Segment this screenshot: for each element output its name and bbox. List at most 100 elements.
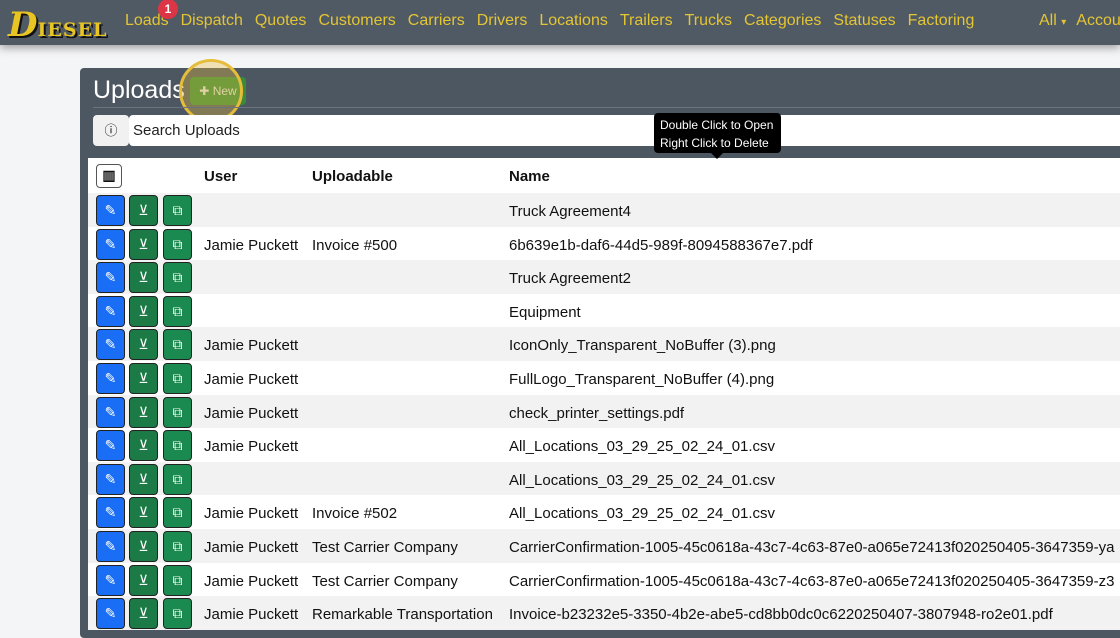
download-icon[interactable]: ⊻ <box>129 598 158 630</box>
header-uploadable[interactable]: Uploadable <box>312 168 393 185</box>
cell-name: CarrierConfirmation-1005-45c0618a-43c7-4… <box>509 538 1115 556</box>
open-external-icon[interactable]: ⧉ <box>163 497 192 529</box>
nav-link-quotes[interactable]: Quotes <box>255 12 307 30</box>
download-icon[interactable]: ⊻ <box>129 329 158 361</box>
cell-uploadable: Invoice #500 <box>312 236 398 254</box>
columns-icon[interactable]: ▥ <box>96 164 122 188</box>
click-highlight <box>179 59 243 123</box>
edit-icon[interactable]: ✎ <box>96 329 125 361</box>
page-title: Uploads <box>93 76 185 104</box>
cell-user: Jamie Puckett <box>204 236 299 254</box>
download-icon[interactable]: ⊻ <box>129 295 158 327</box>
table-row[interactable]: ✎ ⊻ ⧉ Truck Agreement2 <box>88 260 1120 294</box>
download-icon[interactable]: ⊻ <box>129 362 158 394</box>
cell-user: Jamie Puckett <box>204 572 299 590</box>
edit-icon[interactable]: ✎ <box>96 362 125 394</box>
search-input[interactable] <box>129 115 1120 146</box>
nav-link-customers[interactable]: Customers <box>318 12 395 30</box>
open-external-icon[interactable]: ⧉ <box>163 396 192 428</box>
loads-badge: 1 <box>158 0 178 19</box>
open-external-icon[interactable]: ⧉ <box>163 598 192 630</box>
table-row[interactable]: ✎ ⊻ ⧉ Equipment <box>88 294 1120 328</box>
header-user[interactable]: User <box>204 168 237 185</box>
download-icon[interactable]: ⊻ <box>129 195 158 226</box>
edit-icon[interactable]: ✎ <box>96 463 125 495</box>
edit-icon[interactable]: ✎ <box>96 598 125 630</box>
download-icon[interactable]: ⊻ <box>129 564 158 596</box>
open-external-icon[interactable]: ⧉ <box>163 295 192 327</box>
nav-link-statuses[interactable]: Statuses <box>833 12 895 30</box>
cell-user: Jamie Puckett <box>204 404 299 422</box>
info-icon[interactable]: ⓘ <box>93 115 129 146</box>
account-menu[interactable]: Account <box>1076 12 1120 30</box>
open-external-icon[interactable]: ⧉ <box>163 262 192 294</box>
cell-user: Jamie Puckett <box>204 505 299 523</box>
cell-name: CarrierConfirmation-1005-45c0618a-43c7-4… <box>509 572 1115 590</box>
cell-name: All_Locations_03_29_25_02_24_01.csv <box>509 505 776 523</box>
open-external-icon[interactable]: ⧉ <box>163 463 192 495</box>
nav-link-trucks[interactable]: Trucks <box>685 12 732 30</box>
filter-dropdown[interactable]: All ▾ <box>1039 12 1066 30</box>
cell-name: Truck Agreement2 <box>509 270 631 288</box>
cell-name: All_Locations_03_29_25_02_24_01.csv <box>509 438 776 456</box>
nav-link-dispatch[interactable]: Dispatch <box>181 12 243 30</box>
cell-uploadable: Invoice #502 <box>312 505 398 523</box>
divider <box>93 107 1120 108</box>
table-row[interactable]: ✎ ⊻ ⧉ Jamie Puckett Test Carrier Company Carr… <box>88 563 1120 597</box>
open-external-icon[interactable]: ⧉ <box>163 362 192 394</box>
edit-icon[interactable]: ✎ <box>96 564 125 596</box>
cell-uploadable: Test Carrier Company <box>312 538 458 556</box>
table-row[interactable]: ✎ ⊻ ⧉ Jamie Puckett Remarkable Transportatio… <box>88 596 1120 630</box>
table-row[interactable]: ✎ ⊻ ⧉ All_Locations_03_29_25_02_24_01.csv <box>88 461 1120 496</box>
download-icon[interactable]: ⊻ <box>129 262 158 294</box>
nav-link-locations[interactable]: Locations <box>539 12 608 30</box>
table-row[interactable]: ✎ ⊻ ⧉ Jamie Puckett Invoice #500 6b639e1b-daf… <box>88 227 1120 261</box>
edit-icon[interactable]: ✎ <box>96 295 125 327</box>
download-icon[interactable]: ⊻ <box>129 396 158 428</box>
cell-name: check_printer_settings.pdf <box>509 404 685 422</box>
table-row[interactable]: ✎ ⊻ ⧉ Jamie Puckett Test Carrier Company Carr… <box>88 528 1120 563</box>
open-external-icon[interactable]: ⧉ <box>163 195 192 226</box>
cell-name: Invoice-b23232e5-3350-4b2e-abe5-cd8bb0dc… <box>509 606 1053 624</box>
table-row[interactable]: ✎ ⊻ ⧉ Jamie Puckett FullLogo_Transparent_NoB… <box>88 361 1120 395</box>
cell-name: 6b639e1b-daf6-44d5-989f-8094588367e7.pdf <box>509 236 813 254</box>
edit-icon[interactable]: ✎ <box>96 530 125 562</box>
edit-icon[interactable]: ✎ <box>96 262 125 294</box>
nav-link-factoring[interactable]: Factoring <box>908 12 975 30</box>
table-row[interactable]: ✎ ⊻ ⧉ Jamie Puckett check_printer_settings.p… <box>88 394 1120 429</box>
open-external-icon[interactable]: ⧉ <box>163 329 192 361</box>
tooltip: Double Click to Open Right Click to Delet… <box>654 113 781 159</box>
nav-link-categories[interactable]: Categories <box>744 12 821 30</box>
cell-user: Jamie Puckett <box>204 337 299 355</box>
cell-name: All_Locations_03_29_25_02_24_01.csv <box>509 471 776 489</box>
header-name[interactable]: Name <box>509 168 550 185</box>
edit-icon[interactable]: ✎ <box>96 228 125 260</box>
diesel-logo[interactable]: DIESEL <box>8 5 107 45</box>
edit-icon[interactable]: ✎ <box>96 195 125 226</box>
table-row[interactable]: ✎ ⊻ ⧉ Jamie Puckett Invoice #502 All_Location… <box>88 495 1120 529</box>
edit-icon[interactable]: ✎ <box>96 497 125 529</box>
download-icon[interactable]: ⊻ <box>129 463 158 495</box>
nav-link-carriers[interactable]: Carriers <box>408 12 465 30</box>
nav-link-trailers[interactable]: Trailers <box>620 12 673 30</box>
cell-user: Jamie Puckett <box>204 438 299 456</box>
cell-name: Equipment <box>509 303 581 321</box>
nav-links: Loads Dispatch Quotes Customers Carriers Driv… <box>125 12 974 30</box>
download-icon[interactable]: ⊻ <box>129 430 158 462</box>
table-row[interactable]: ✎ ⊻ ⧉ Jamie Puckett All_Locations_03_29_25_0… <box>88 428 1120 462</box>
edit-icon[interactable]: ✎ <box>96 396 125 428</box>
open-external-icon[interactable]: ⧉ <box>163 430 192 462</box>
open-external-icon[interactable]: ⧉ <box>163 530 192 562</box>
caret-down-icon: ▾ <box>1061 17 1067 28</box>
open-external-icon[interactable]: ⧉ <box>163 228 192 260</box>
download-icon[interactable]: ⊻ <box>129 228 158 260</box>
table-row[interactable]: ✎ ⊻ ⧉ Truck Agreement4 <box>88 193 1120 227</box>
table-row[interactable]: ✎ ⊻ ⧉ Jamie Puckett IconOnly_Transparent_NoB… <box>88 327 1120 361</box>
edit-icon[interactable]: ✎ <box>96 430 125 462</box>
table-header: ▥ User Uploadable Name <box>88 158 1120 193</box>
nav-link-drivers[interactable]: Drivers <box>477 12 528 30</box>
open-external-icon[interactable]: ⧉ <box>163 564 192 596</box>
download-icon[interactable]: ⊻ <box>129 497 158 529</box>
cell-name: FullLogo_Transparent_NoBuffer (4).png <box>509 370 775 388</box>
download-icon[interactable]: ⊻ <box>129 530 158 562</box>
